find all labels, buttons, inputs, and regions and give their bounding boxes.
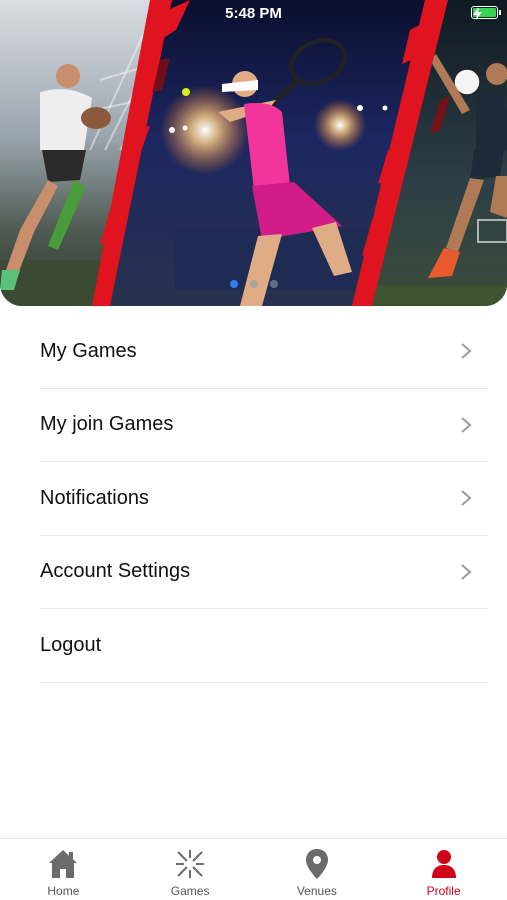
menu-item-my-games[interactable]: My Games [40,315,488,389]
battery-icon [471,6,501,20]
menu-item-notifications[interactable]: Notifications [40,462,488,536]
tab-label: Venues [296,884,337,898]
hero-sports-illustration [0,0,507,306]
hero-banner[interactable]: 5:48 PM [0,0,507,306]
tab-profile[interactable]: Profile [380,839,507,900]
menu-item-label: My join Games [40,413,174,436]
carousel-dot[interactable] [270,280,278,288]
chevron-right-icon [461,490,472,507]
profile-menu: My Games My join Games Notifications Acc… [40,315,488,683]
menu-item-label: Account Settings [40,560,191,583]
status-bar: 5:48 PM [0,0,507,28]
carousel-indicator [0,280,507,290]
menu-item-label: Notifications [40,486,149,509]
tab-label: Profile [426,884,461,898]
menu-item-logout[interactable]: Logout [40,609,488,683]
carousel-dot[interactable] [250,280,258,288]
menu-item-label: My Games [40,339,137,362]
battery-level [473,8,496,20]
status-time: 5:48 PM [225,5,282,22]
tab-label: Home [47,884,80,898]
chevron-right-icon [461,416,472,433]
carousel-dot[interactable] [230,280,238,288]
menu-item-label: Logout [40,633,102,656]
charging-bolt-icon [473,8,482,20]
menu-item-my-join-games[interactable]: My join Games [40,389,488,462]
tab-venues[interactable]: Venues [254,839,381,900]
chevron-right-icon [461,563,472,580]
home-icon [49,850,78,878]
tab-home[interactable]: Home [0,839,127,900]
tab-games[interactable]: Games [127,839,254,900]
bottom-tab-bar: Home Games Venues Profile [0,838,507,900]
chevron-right-icon [461,343,472,360]
menu-item-account-settings[interactable]: Account Settings [40,536,488,609]
map-pin-icon [305,849,328,879]
person-icon [431,850,456,878]
games-icon [176,850,205,878]
tab-label: Games [170,884,210,898]
